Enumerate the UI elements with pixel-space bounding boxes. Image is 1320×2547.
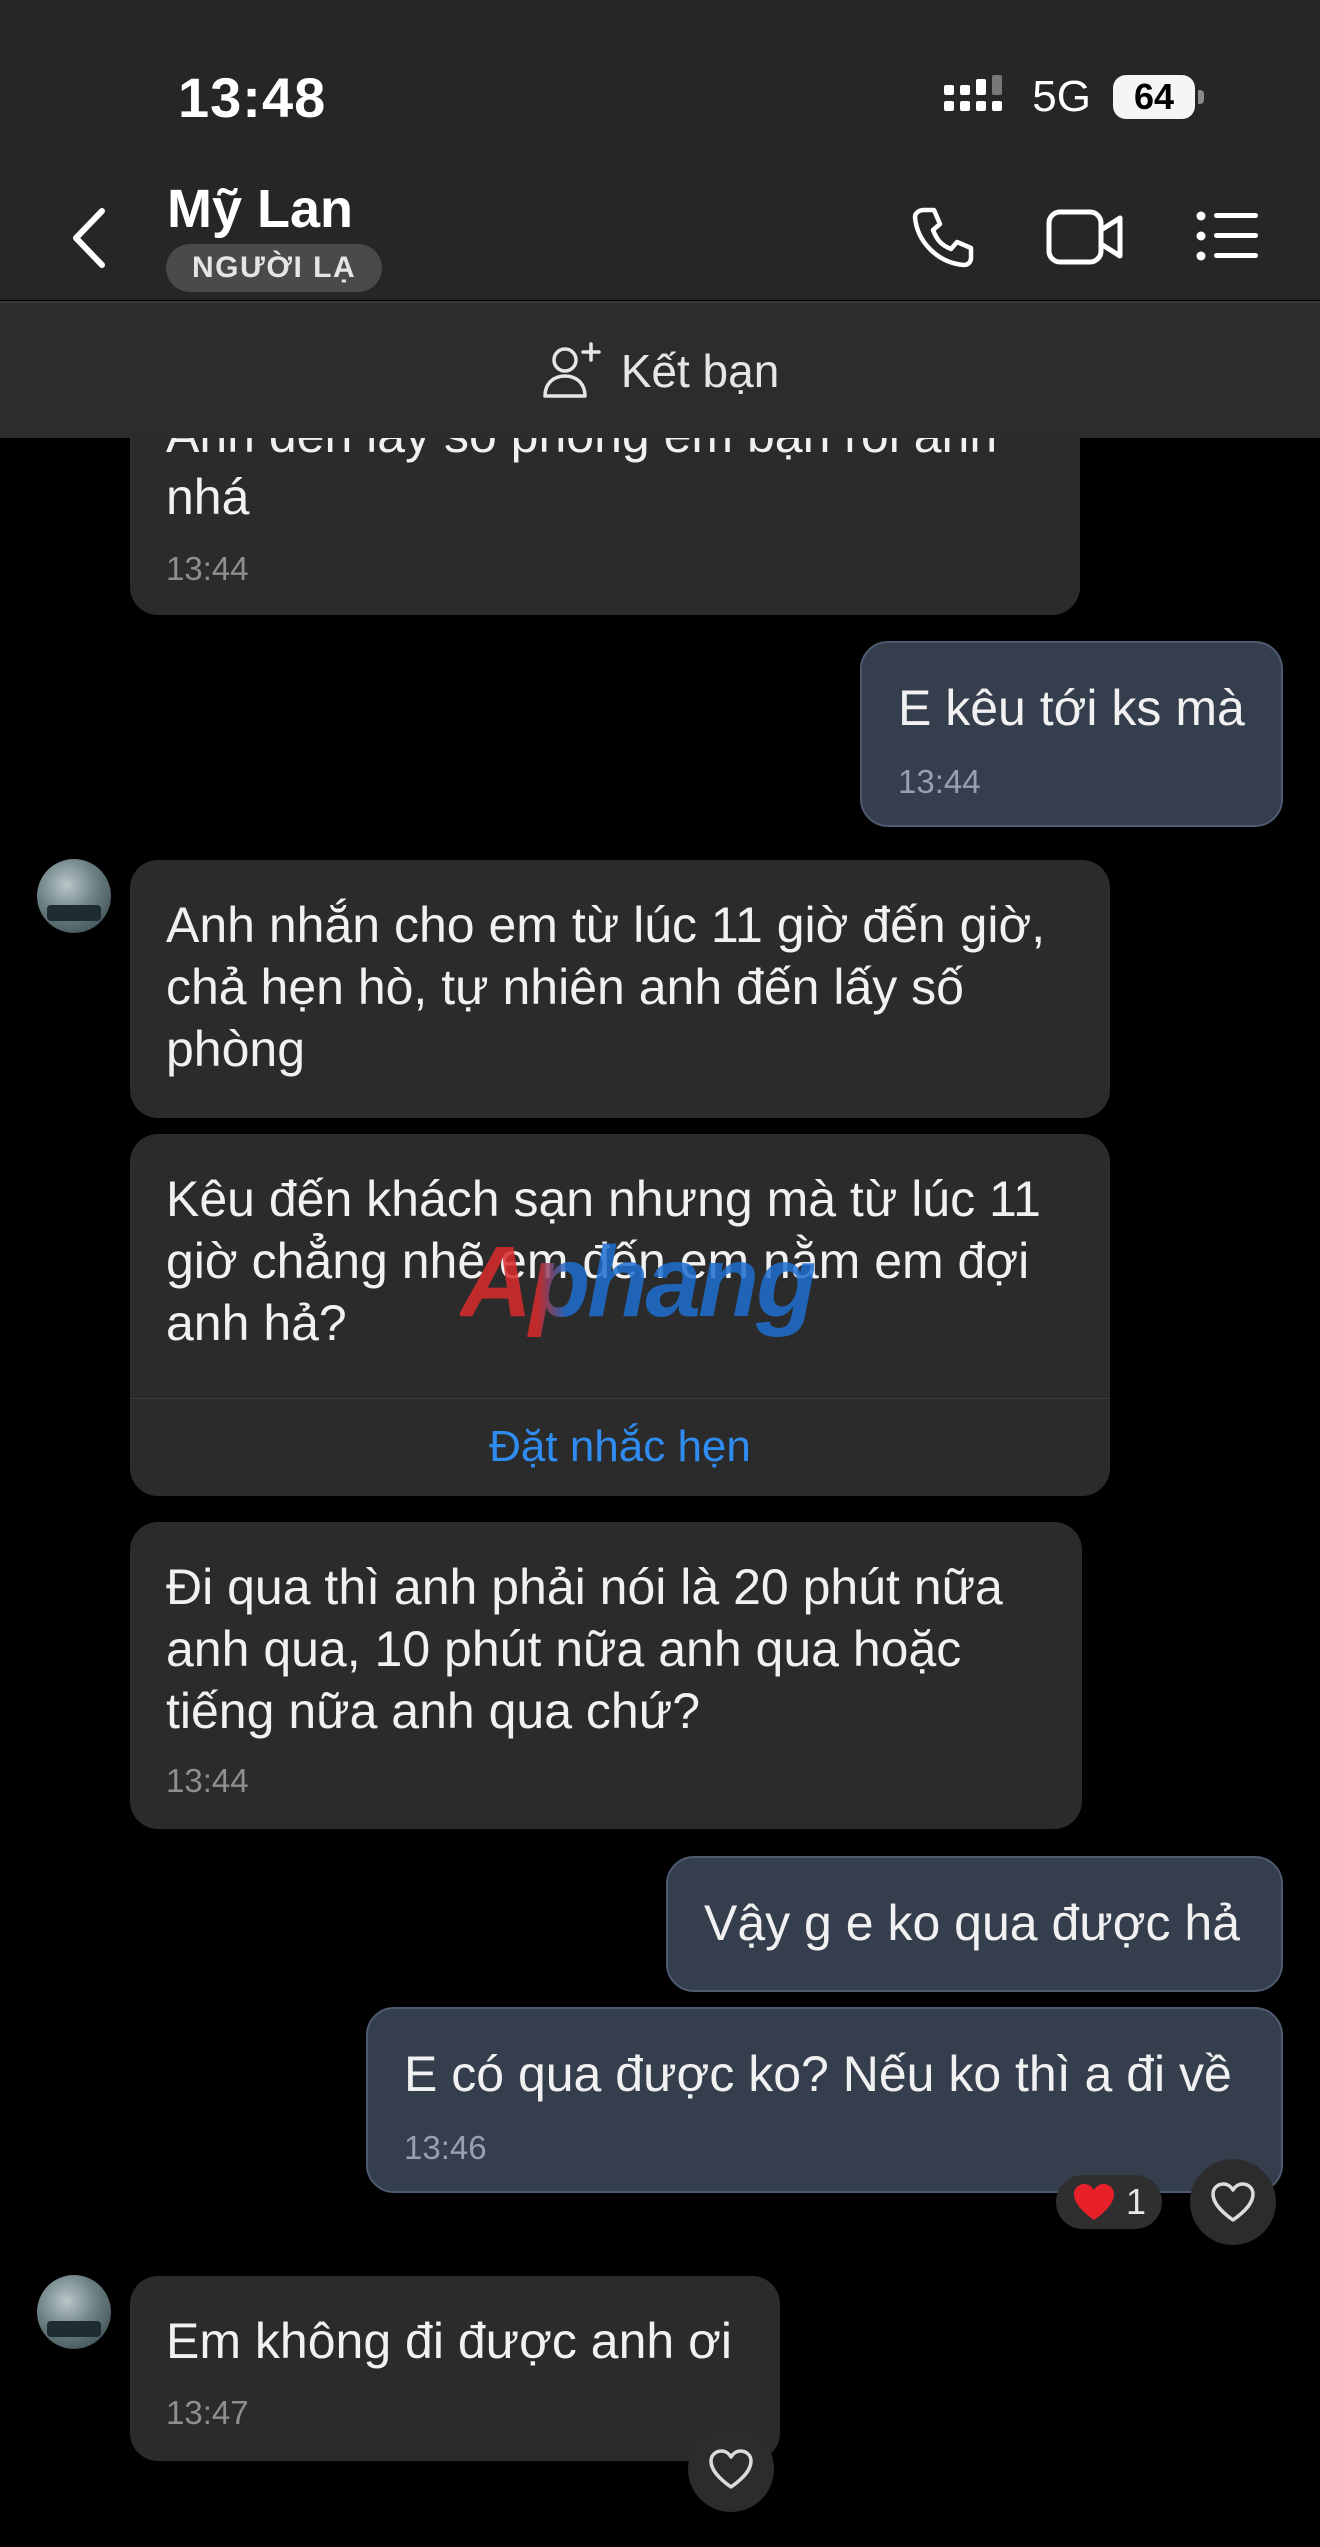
message-text: E kêu tới ks mà bbox=[898, 680, 1245, 736]
react-button[interactable] bbox=[1190, 2159, 1276, 2245]
message-text: Anh nhắn cho em từ lúc 11 giờ đến giờ, c… bbox=[166, 897, 1046, 1077]
chat-header: 13:48 5G 64 Mỹ Lan NGƯỜI LẠ bbox=[0, 0, 1320, 300]
outgoing-message[interactable]: E có qua được ko? Nếu ko thì a đi về 13:… bbox=[366, 2007, 1283, 2193]
react-button[interactable] bbox=[688, 2426, 774, 2512]
message-text: Em không đi được anh ơi bbox=[166, 2313, 732, 2369]
status-indicators: 5G 64 bbox=[944, 72, 1204, 122]
status-time: 13:48 bbox=[178, 66, 327, 129]
outgoing-message[interactable]: E kêu tới ks mà 13:44 bbox=[860, 641, 1283, 827]
contact-avatar[interactable] bbox=[37, 859, 111, 933]
battery-level: 64 bbox=[1133, 76, 1175, 117]
message-time: 13:46 bbox=[404, 2129, 487, 2166]
heart-outline-icon bbox=[1211, 2182, 1255, 2222]
phone-icon[interactable] bbox=[910, 204, 976, 270]
reaction-count: 1 bbox=[1126, 2181, 1147, 2222]
incoming-message[interactable]: Em không đi được anh ơi 13:47 bbox=[130, 2276, 780, 2461]
message-time: 13:44 bbox=[166, 1762, 249, 1799]
set-reminder-link[interactable]: Đặt nhắc hẹn bbox=[130, 1398, 1110, 1496]
add-friend-bar[interactable]: Kết bạn bbox=[0, 303, 1320, 438]
contact-name[interactable]: Mỹ Lan bbox=[167, 178, 353, 240]
add-friend-icon bbox=[542, 341, 601, 398]
stranger-badge: NGƯỜI LẠ bbox=[166, 244, 383, 292]
message-time: 13:44 bbox=[898, 763, 981, 800]
outgoing-message[interactable]: Vậy g e ko qua được hả bbox=[666, 1856, 1283, 1992]
message-text: Đi qua thì anh phải nói là 20 phút nữa a… bbox=[166, 1559, 1003, 1739]
incoming-message[interactable]: Đi qua thì anh phải nói là 20 phút nữa a… bbox=[130, 1522, 1082, 1829]
reaction-summary[interactable]: 1 bbox=[1056, 2175, 1163, 2229]
incoming-message[interactable]: Anh nhắn cho em từ lúc 11 giờ đến giờ, c… bbox=[130, 860, 1110, 1118]
message-time: 13:44 bbox=[166, 550, 249, 587]
message-text: E có qua được ko? Nếu ko thì a đi về bbox=[404, 2046, 1232, 2102]
contact-avatar[interactable] bbox=[37, 2275, 111, 2349]
video-call-icon[interactable] bbox=[1046, 206, 1124, 268]
signal-icon bbox=[944, 75, 1003, 111]
menu-list-icon[interactable] bbox=[1196, 210, 1260, 262]
battery-icon: 64 bbox=[1113, 75, 1204, 119]
add-friend-label: Kết bạn bbox=[620, 344, 780, 397]
red-heart-icon bbox=[1074, 2184, 1114, 2220]
heart-outline-icon bbox=[709, 2449, 753, 2489]
network-type: 5G bbox=[1032, 72, 1091, 121]
message-text: Vậy g e ko qua được hả bbox=[704, 1895, 1241, 1951]
message-text: Kêu đến khách sạn nhưng mà từ lúc 11 giờ… bbox=[166, 1171, 1041, 1351]
message-time: 13:47 bbox=[166, 2394, 249, 2431]
incoming-message[interactable]: Kêu đến khách sạn nhưng mà từ lúc 11 giờ… bbox=[130, 1134, 1110, 1496]
back-chevron-icon[interactable] bbox=[66, 205, 112, 271]
